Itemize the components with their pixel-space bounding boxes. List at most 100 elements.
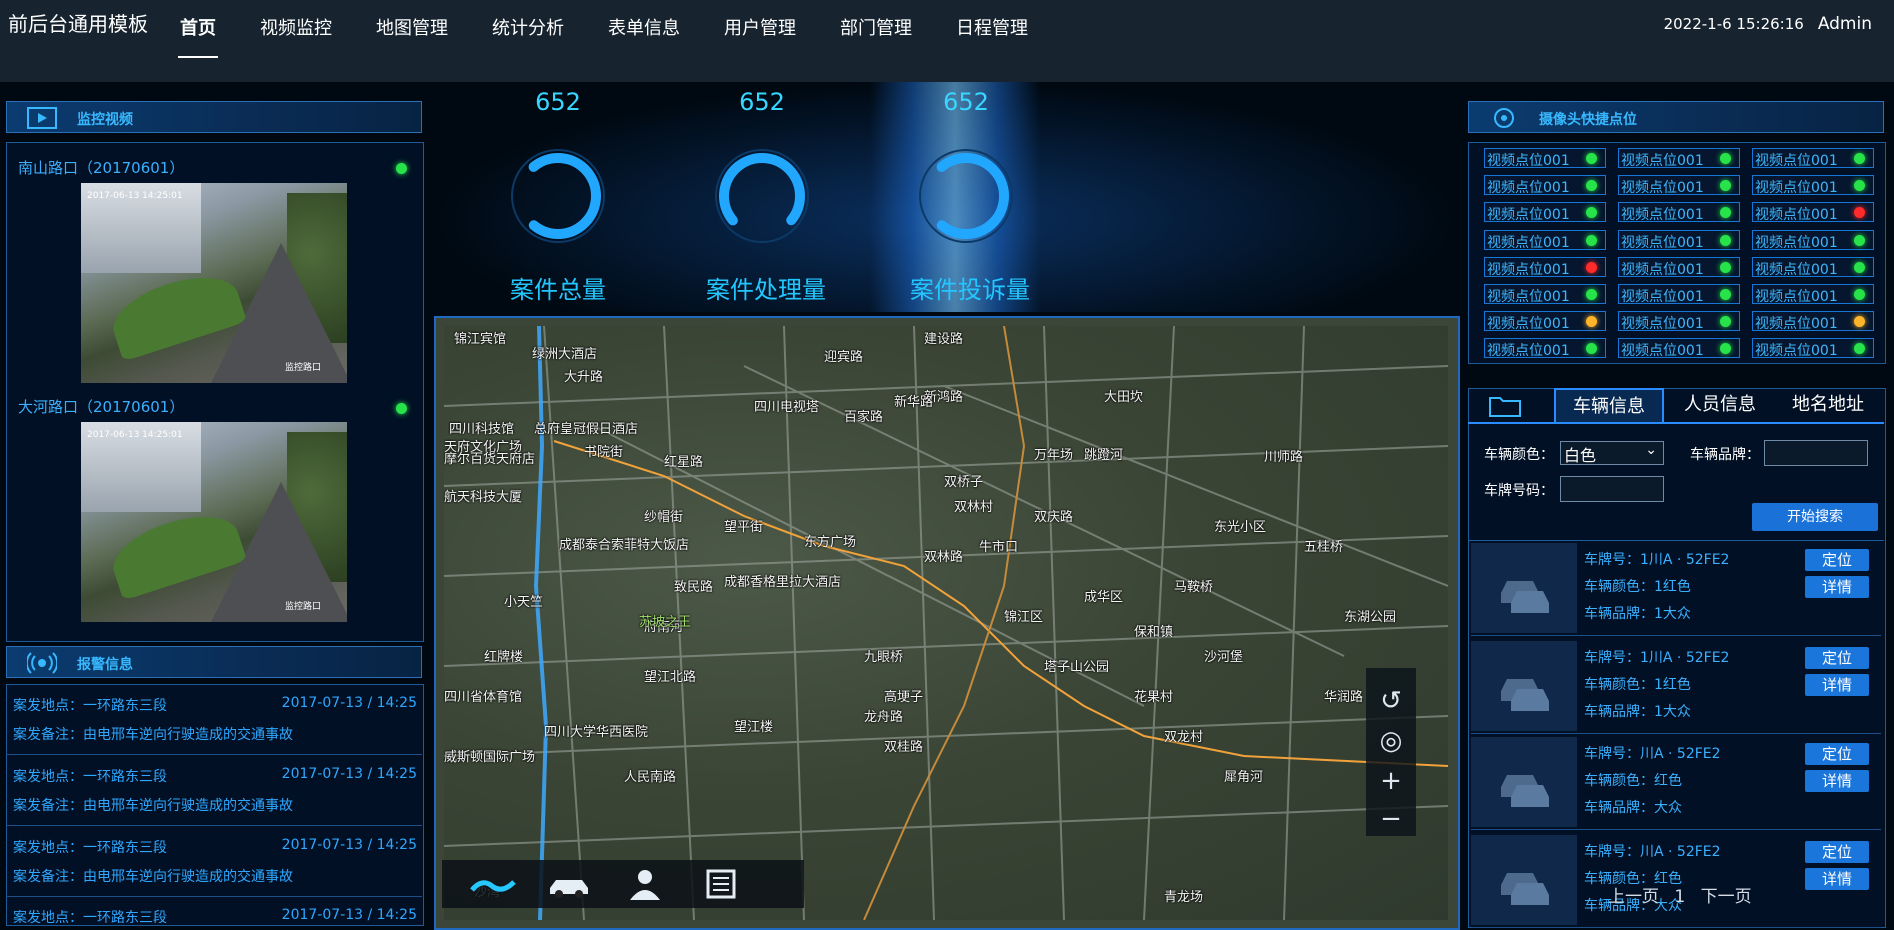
brand-input[interactable] — [1764, 440, 1868, 466]
next-page-button[interactable]: 下一页 — [1701, 887, 1752, 907]
map-satellite: 锦江宾馆 绿洲大酒店 大升路 四川电视塔 四川科技馆 总府皇冠假日酒店 天府文化广场 摩尔百货… — [444, 326, 1448, 920]
vehicle-thumbnail — [1471, 641, 1577, 731]
alarm-note: 案发备注：由电邢车逆向行驶造成的交通事故 — [13, 798, 293, 814]
nav-item-users[interactable]: 用户管理 — [702, 0, 818, 58]
nav-item-map[interactable]: 地图管理 — [354, 0, 470, 58]
quick-cam-item[interactable]: 视频点位001 — [1752, 338, 1874, 360]
quick-cam-item[interactable]: 视频点位001 — [1484, 148, 1606, 169]
nav-item-departments[interactable]: 部门管理 — [818, 0, 934, 58]
quick-cam-label: 视频点位001 — [1755, 153, 1838, 169]
quick-cam-item[interactable]: 视频点位001 — [1484, 175, 1606, 196]
monitor-panel-title: 监控视频 — [77, 112, 133, 128]
detail-button[interactable]: 详情 — [1805, 576, 1869, 598]
nav-item-home[interactable]: 首页 — [158, 0, 238, 58]
quick-cam-item[interactable]: 视频点位001 — [1484, 229, 1606, 251]
search-button[interactable]: 开始搜索 — [1752, 503, 1878, 531]
locate-button[interactable]: 定位 — [1805, 549, 1869, 571]
quick-cam-status — [1854, 261, 1865, 273]
quick-cam-status — [1586, 207, 1597, 219]
vehicle-track-icon[interactable] — [470, 868, 516, 900]
locate-button[interactable]: 定位 — [1805, 841, 1869, 863]
map-view[interactable]: 锦江宾馆 绿洲大酒店 大升路 四川电视塔 四川科技馆 总府皇冠假日酒店 天府文化广场 摩尔百货… — [434, 316, 1460, 930]
nav-item-schedule[interactable]: 日程管理 — [934, 0, 1050, 58]
map-label: 四川科技馆 — [449, 422, 515, 437]
quick-cam-item[interactable]: 视频点位001 — [1618, 338, 1740, 359]
car-icon — [1501, 873, 1549, 905]
quick-cam-item[interactable]: 视频点位001 — [1618, 311, 1740, 332]
car-icon[interactable] — [546, 868, 592, 900]
map-label: 总府皇冠假日酒店 — [534, 422, 639, 437]
map-label: 人民南路 — [624, 770, 677, 785]
map-label: 花果村 — [1134, 690, 1174, 705]
alarm-place: 案发地点：一环路东三段 2017-07-13 / 14:25 — [13, 837, 417, 857]
undo-icon[interactable]: ↺ — [1376, 686, 1406, 716]
tab-address[interactable]: 地名地址 — [1776, 388, 1880, 422]
quick-cam-item[interactable]: 视频点位001 — [1752, 284, 1874, 305]
map-label: 威斯顿国际广场 — [444, 750, 536, 765]
zoom-out-icon[interactable]: − — [1376, 804, 1406, 834]
detail-button[interactable]: 详情 — [1805, 674, 1869, 696]
quick-cam-item[interactable]: 视频点位001 — [1484, 311, 1606, 332]
person-icon[interactable] — [622, 868, 668, 900]
map-label: 成都香格里拉大酒店 — [724, 575, 842, 590]
plate-input[interactable] — [1560, 476, 1664, 502]
tab-person[interactable]: 人员信息 — [1668, 388, 1772, 422]
vehicle-thumbnail — [1471, 543, 1577, 633]
camera-2-label: 大河路口（20170601） — [18, 398, 185, 416]
quick-cam-item[interactable]: 视频点位001 — [1618, 284, 1740, 305]
document-icon[interactable] — [698, 868, 744, 900]
color-select[interactable]: 白色 ⌄ — [1560, 441, 1664, 465]
quick-cam-item[interactable]: 视频点位001 — [1484, 284, 1606, 305]
zoom-in-icon[interactable]: + — [1376, 766, 1406, 796]
quick-cam-label: 视频点位001 — [1755, 343, 1838, 360]
user-name[interactable]: Admin — [1818, 14, 1872, 34]
folder-icon[interactable] — [1488, 394, 1522, 418]
map-toolbar — [442, 860, 804, 908]
camera-1-video[interactable]: 2017-06-13 14:25:01 监控路口 — [81, 183, 347, 383]
quick-cam-label: 视频点位001 — [1621, 180, 1704, 197]
prev-page-button[interactable]: 上一页 — [1608, 887, 1659, 907]
quick-cam-item[interactable]: 视频点位001 — [1618, 202, 1740, 223]
detail-button[interactable]: 详情 — [1805, 868, 1869, 890]
nav-item-video[interactable]: 视频监控 — [238, 0, 354, 58]
quick-cam-status — [1586, 234, 1597, 246]
map-label: 东湖公园 — [1344, 610, 1397, 625]
alarm-panel-title: 报警信息 — [77, 657, 133, 673]
map-label: 沙河堡 — [1204, 650, 1244, 665]
tab-vehicle[interactable]: 车辆信息 — [1554, 388, 1664, 422]
quick-cam-status — [1720, 289, 1731, 300]
map-label: 新华路 — [894, 395, 934, 410]
nav-item-stats[interactable]: 统计分析 — [470, 0, 586, 58]
nav-item-forms[interactable]: 表单信息 — [586, 0, 702, 58]
map-label: 书院街 — [584, 445, 624, 460]
quick-cam-item[interactable]: 视频点位001 — [1752, 229, 1874, 251]
vehicle-color: 车辆颜色：1红色 — [1584, 677, 1691, 693]
locate-button[interactable]: 定位 — [1805, 647, 1869, 669]
stat-ring-arc — [515, 153, 601, 239]
alarm-panel-header: 报警信息 — [6, 646, 422, 678]
quick-cam-item[interactable]: 视频点位001 — [1618, 256, 1740, 278]
map-label: 锦江区 — [1004, 610, 1044, 625]
map-label: 红星路 — [664, 455, 704, 470]
camera-2-video[interactable]: 2017-06-13 14:25:01 监控路口 — [81, 422, 347, 622]
quick-cam-item[interactable]: 视频点位001 — [1752, 311, 1874, 332]
quick-cam-item[interactable]: 视频点位001 — [1484, 256, 1606, 278]
quick-cam-item[interactable]: 视频点位001 — [1618, 175, 1740, 197]
quick-cam-item[interactable]: 视频点位001 — [1618, 229, 1740, 251]
quick-cam-item[interactable]: 视频点位001 — [1752, 256, 1874, 278]
detail-button[interactable]: 详情 — [1805, 770, 1869, 792]
quick-cam-item[interactable]: 视频点位001 — [1484, 338, 1606, 359]
quick-cam-item[interactable]: 视频点位001 — [1752, 175, 1874, 196]
quick-cam-item[interactable]: 视频点位001 — [1752, 202, 1874, 223]
quick-cam-item[interactable]: 视频点位001 — [1752, 148, 1874, 169]
locate-button[interactable]: 定位 — [1805, 743, 1869, 765]
page-number[interactable]: 1 — [1674, 887, 1685, 907]
map-label: 小天竺 — [504, 595, 544, 610]
quick-cam-status — [1854, 180, 1865, 192]
quick-cam-item[interactable]: 视频点位001 — [1484, 202, 1606, 223]
map-route-2 — [863, 326, 1026, 920]
quick-cam-status — [1586, 316, 1597, 328]
quick-cam-item[interactable]: 视频点位001 — [1618, 148, 1740, 169]
stat-processed-value: 652 — [739, 88, 785, 116]
locate-icon[interactable]: ◎ — [1376, 726, 1406, 756]
